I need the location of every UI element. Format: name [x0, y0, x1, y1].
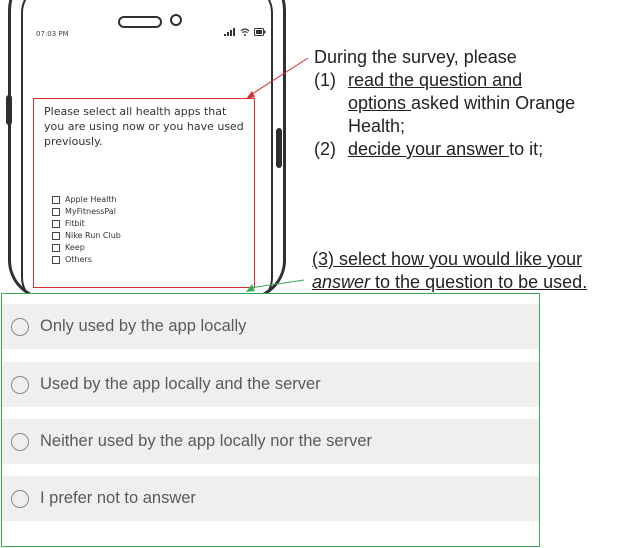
answer-option-neither[interactable]: Neither used by the app locally nor the … [2, 419, 539, 464]
status-time: 07:03 PM [36, 30, 69, 38]
checkbox-empty-icon[interactable] [52, 256, 60, 264]
option-myfitnesspal[interactable]: MyFitnessPal [52, 206, 121, 218]
instructions-step-2: (2) decide your answer to it; [314, 138, 575, 161]
option-label: Keep [65, 243, 85, 252]
instructions-step-1-end: Health; [348, 116, 406, 136]
radio-empty-icon[interactable] [11, 317, 29, 336]
answer-option-label: Used by the app locally and the server [40, 375, 321, 393]
instructions-step-1: (1) read the question and [314, 69, 575, 92]
step-number: (1) [314, 70, 336, 90]
answer-option-local-and-server[interactable]: Used by the app locally and the server [2, 362, 539, 407]
phone-side-button-left [6, 95, 12, 125]
instructions-step-3: (3) select how you would like your answe… [312, 248, 587, 294]
radio-empty-icon[interactable] [11, 432, 29, 451]
status-icons [224, 28, 612, 38]
app-options-list: Apple Health MyFitnessPal Fitbit Nike Ru… [52, 194, 121, 266]
option-label: MyFitnessPal [65, 207, 116, 216]
answer-usage-panel: Only used by the app locally Used by the… [1, 293, 540, 547]
survey-instructions: During the survey, please (1) read the qu… [314, 46, 575, 161]
radio-empty-icon[interactable] [11, 489, 29, 508]
step-1-text-b: options [348, 93, 412, 113]
answer-option-label: Neither used by the app locally nor the … [40, 432, 373, 450]
answer-option-label: I prefer not to answer [40, 489, 196, 507]
phone-speaker [118, 16, 162, 28]
option-apple-health[interactable]: Apple Health [52, 194, 121, 206]
option-keep[interactable]: Keep [52, 242, 121, 254]
step-3-text-line2: answer to the question to be used. [312, 271, 587, 294]
step-2-text-a: decide your answer [348, 139, 510, 159]
option-label: Others [65, 255, 92, 264]
step-3-text-b: answer [312, 272, 371, 292]
option-others[interactable]: Others [52, 254, 121, 266]
option-label: Apple Health [65, 195, 117, 204]
instructions-step-1-cont: options asked within Orange [314, 92, 575, 115]
battery-icon [254, 28, 266, 38]
survey-question-text: Please select all health apps that you a… [44, 105, 244, 148]
answer-option-prefer-not[interactable]: I prefer not to answer [2, 476, 539, 521]
checkbox-empty-icon[interactable] [52, 208, 60, 216]
answer-option-label: Only used by the app locally [40, 317, 247, 335]
instructions-intro: During the survey, please [314, 47, 517, 67]
wifi-icon [240, 28, 250, 38]
option-fitbit[interactable]: Fitbit [52, 218, 121, 230]
option-label: Nike Run Club [65, 231, 121, 240]
checkbox-empty-icon[interactable] [52, 232, 60, 240]
checkbox-empty-icon[interactable] [52, 196, 60, 204]
answer-option-local[interactable]: Only used by the app locally [2, 304, 539, 349]
step-2-text-b: to it; [509, 139, 544, 159]
survey-question-card: Please select all health apps that you a… [33, 98, 255, 288]
signal-icon [224, 28, 236, 38]
checkbox-empty-icon[interactable] [52, 220, 60, 228]
phone-camera [170, 14, 182, 26]
option-label: Fitbit [65, 219, 85, 228]
phone-side-button [276, 128, 282, 168]
step-3-text-c: to the question to be used. [370, 272, 588, 292]
checkbox-empty-icon[interactable] [52, 244, 60, 252]
step-3-text-a: (3) select how you would like your [312, 249, 583, 269]
step-number: (2) [314, 139, 336, 159]
step-1-text-c: asked within Orange [411, 93, 576, 113]
step-1-text-a: read the question and [348, 70, 523, 90]
option-nike-run-club[interactable]: Nike Run Club [52, 230, 121, 242]
radio-empty-icon[interactable] [11, 375, 29, 394]
